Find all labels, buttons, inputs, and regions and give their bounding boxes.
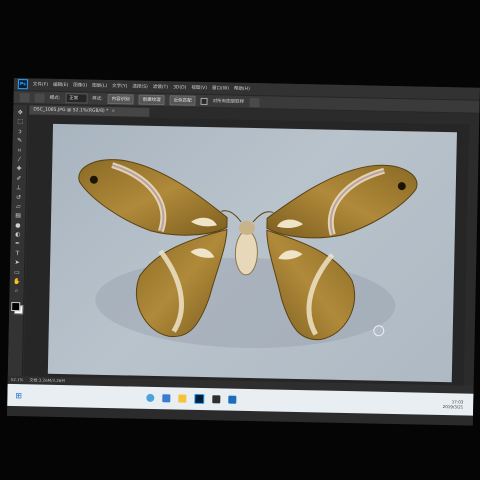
color-swatches[interactable] — [10, 301, 24, 315]
content-aware-button[interactable]: 内容识别 — [107, 93, 134, 105]
edge-browser-icon[interactable] — [145, 393, 155, 403]
quick-select-tool-icon[interactable]: ✎ — [16, 137, 24, 144]
eyedropper-tool-icon[interactable]: ⁄ — [15, 156, 23, 163]
menu-edit[interactable]: 编辑(E) — [53, 82, 68, 88]
stamp-tool-icon[interactable]: ⊥ — [15, 184, 23, 191]
zoom-tool-icon[interactable]: ⌕ — [12, 287, 20, 294]
proximity-match-button[interactable]: 近似匹配 — [169, 95, 196, 106]
shape-tool-icon[interactable]: ▭ — [13, 269, 21, 276]
windows-start-icon[interactable]: ⊞ — [15, 391, 22, 400]
healing-tool-icon[interactable]: ✚ — [15, 165, 23, 172]
clock-date: 2019/3/21 — [442, 404, 464, 410]
dodge-tool-icon[interactable]: ◐ — [14, 231, 22, 238]
pen-tool-icon[interactable]: ✒ — [13, 240, 21, 248]
task-view-icon[interactable] — [161, 394, 171, 403]
menu-help[interactable]: 帮助(H) — [234, 86, 250, 92]
blur-tool-icon[interactable]: ● — [14, 222, 22, 229]
crop-tool-icon[interactable]: ⌗ — [15, 147, 23, 154]
history-brush-tool-icon[interactable]: ↺ — [14, 194, 22, 201]
path-select-tool-icon[interactable]: ➤ — [13, 259, 21, 266]
menu-image[interactable]: 图像(I) — [73, 82, 87, 88]
marquee-tool-icon[interactable]: ⬚ — [16, 118, 24, 125]
sample-all-layers-label: 对所有图层取样 — [212, 99, 245, 105]
type-tool-icon[interactable]: T — [13, 250, 21, 257]
document-tab-title: DSC_1085.JPG @ 52.1%(RGB/8) * — [33, 107, 109, 114]
menu-view[interactable]: 视图(V) — [191, 85, 207, 91]
create-texture-button[interactable]: 创建纹理 — [138, 94, 165, 106]
menu-type[interactable]: 文字(Y) — [112, 83, 127, 89]
photoshop-taskbar-icon[interactable] — [193, 393, 205, 405]
menu-window[interactable]: 窗口(W) — [212, 85, 229, 91]
brush-size-icon[interactable] — [34, 92, 45, 103]
moth-photo — [78, 159, 418, 348]
sample-all-layers-checkbox[interactable] — [200, 97, 208, 105]
hand-tool-icon[interactable]: ✋ — [13, 278, 21, 285]
file-explorer-icon[interactable] — [177, 394, 187, 403]
system-clock[interactable]: 17:03 2019/3/21 — [443, 399, 464, 409]
store-icon[interactable] — [227, 395, 237, 404]
mode-label: 模式: — [49, 95, 61, 101]
canvas-area[interactable] — [23, 115, 470, 387]
menu-layer[interactable]: 图层(L) — [92, 83, 107, 89]
brush-tool-icon[interactable] — [19, 92, 30, 102]
style-label: 样式: — [92, 96, 103, 102]
menu-3d[interactable]: 3D(D) — [173, 85, 186, 90]
menu-select[interactable]: 选择(S) — [132, 83, 147, 89]
foreground-color-swatch[interactable] — [11, 301, 21, 311]
close-icon[interactable]: × — [111, 109, 115, 114]
lasso-tool-icon[interactable]: ↄ — [16, 128, 24, 135]
right-forewing — [266, 164, 418, 239]
brush-tool-icon[interactable]: ✐ — [15, 175, 23, 182]
zoom-level[interactable]: 52.1% — [11, 376, 24, 384]
moth-body — [234, 230, 258, 276]
move-tool-icon[interactable]: ✥ — [16, 109, 24, 116]
gradient-tool-icon[interactable]: ▤ — [14, 212, 22, 219]
brush-cursor — [373, 325, 385, 337]
mode-select[interactable]: 正常 — [65, 93, 88, 104]
eraser-tool-icon[interactable]: ▱ — [14, 203, 22, 210]
document-canvas[interactable] — [47, 123, 457, 383]
pressure-icon[interactable] — [249, 97, 260, 107]
monitor-screen: Ps 文件(F) 编辑(E) 图像(I) 图层(L) 文字(Y) 选择(S) 滤… — [6, 78, 480, 426]
menu-filter[interactable]: 滤镜(T) — [153, 84, 168, 90]
menu-file[interactable]: 文件(F) — [33, 81, 48, 87]
photoshop-logo-icon: Ps — [17, 79, 28, 90]
app-icon[interactable] — [211, 395, 221, 404]
